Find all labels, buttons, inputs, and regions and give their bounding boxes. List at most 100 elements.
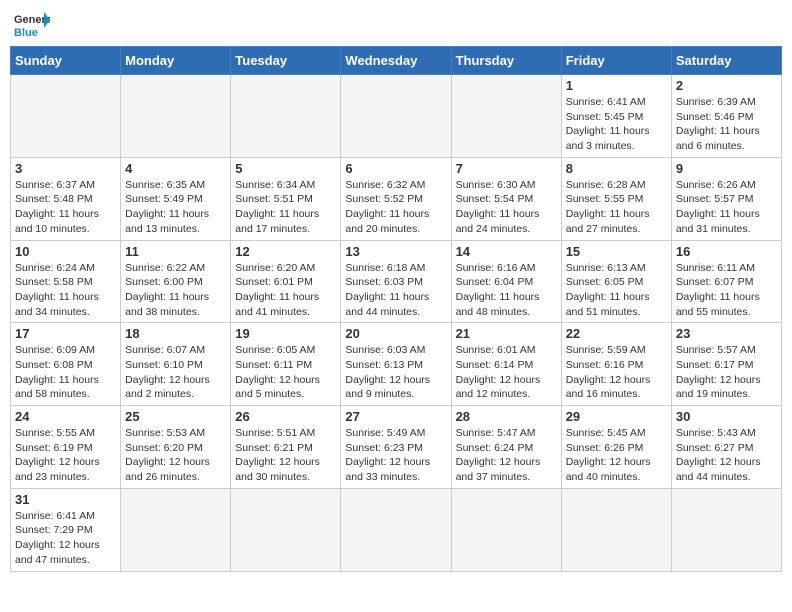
week-row-1: 3 Sunrise: 6:37 AM Sunset: 5:48 PM Daylig… [11,157,782,240]
day-number: 28 [456,409,557,424]
day-cell: 3 Sunrise: 6:37 AM Sunset: 5:48 PM Daylig… [11,157,121,240]
day-cell: 12 Sunrise: 6:20 AM Sunset: 6:01 PM Dayli… [231,240,341,323]
day-number: 25 [125,409,226,424]
day-number: 11 [125,244,226,259]
day-info: Sunrise: 6:39 AM Sunset: 5:46 PM Dayligh… [676,95,777,154]
day-number: 15 [566,244,667,259]
header-tuesday: Tuesday [231,47,341,75]
day-cell [121,75,231,158]
day-cell: 20Sunrise: 6:03 AM Sunset: 6:13 PM Dayli… [341,323,451,406]
day-cell: 5 Sunrise: 6:34 AM Sunset: 5:51 PM Daylig… [231,157,341,240]
day-cell: 9 Sunrise: 6:26 AM Sunset: 5:57 PM Daylig… [671,157,781,240]
day-cell [121,488,231,571]
day-cell: 18 Sunrise: 6:07 AM Sunset: 6:10 PM Dayli… [121,323,231,406]
day-info: Sunrise: 5:45 AM Sunset: 6:26 PM Dayligh… [566,426,667,485]
day-number: 3 [15,161,116,176]
day-number: 30 [676,409,777,424]
day-number: 10 [15,244,116,259]
day-number: 23 [676,326,777,341]
day-cell [341,75,451,158]
day-number: 5 [235,161,336,176]
day-info: Sunrise: 6:41 AM Sunset: 5:45 PM Dayligh… [566,95,667,154]
week-row-4: 24Sunrise: 5:55 AM Sunset: 6:19 PM Dayli… [11,406,782,489]
day-cell: 13 Sunrise: 6:18 AM Sunset: 6:03 PM Dayli… [341,240,451,323]
day-cell: 15 Sunrise: 6:13 AM Sunset: 6:05 PM Dayli… [561,240,671,323]
day-cell [561,488,671,571]
day-number: 4 [125,161,226,176]
day-info: Sunrise: 6:28 AM Sunset: 5:55 PM Dayligh… [566,178,667,237]
day-number: 24 [15,409,116,424]
day-number: 26 [235,409,336,424]
day-cell [671,488,781,571]
day-cell: 26 Sunrise: 5:51 AM Sunset: 6:21 PM Dayli… [231,406,341,489]
day-info: Sunrise: 6:32 AM Sunset: 5:52 PM Dayligh… [345,178,446,237]
day-info: Sunrise: 5:51 AM Sunset: 6:21 PM Dayligh… [235,426,336,485]
day-cell: 22 Sunrise: 5:59 AM Sunset: 6:16 PM Dayli… [561,323,671,406]
day-cell: 28 Sunrise: 5:47 AM Sunset: 6:24 PM Dayli… [451,406,561,489]
day-cell: 24Sunrise: 5:55 AM Sunset: 6:19 PM Dayli… [11,406,121,489]
day-number: 27 [345,409,446,424]
day-number: 19 [235,326,336,341]
day-number: 7 [456,161,557,176]
header-monday: Monday [121,47,231,75]
header-friday: Friday [561,47,671,75]
day-info: Sunrise: 6:13 AM Sunset: 6:05 PM Dayligh… [566,261,667,320]
day-cell: 31 Sunrise: 6:41 AM Sunset: 7:29 PM Dayli… [11,488,121,571]
day-cell: 7Sunrise: 6:30 AM Sunset: 5:54 PM Daylig… [451,157,561,240]
day-info: Sunrise: 6:34 AM Sunset: 5:51 PM Dayligh… [235,178,336,237]
week-row-0: 1Sunrise: 6:41 AM Sunset: 5:45 PM Daylig… [11,75,782,158]
day-info: Sunrise: 5:59 AM Sunset: 6:16 PM Dayligh… [566,343,667,402]
day-cell [451,488,561,571]
day-info: Sunrise: 6:05 AM Sunset: 6:11 PM Dayligh… [235,343,336,402]
day-cell: 2Sunrise: 6:39 AM Sunset: 5:46 PM Daylig… [671,75,781,158]
generalblue-logo-icon: General Blue [14,10,50,38]
day-cell: 25 Sunrise: 5:53 AM Sunset: 6:20 PM Dayli… [121,406,231,489]
week-row-2: 10Sunrise: 6:24 AM Sunset: 5:58 PM Dayli… [11,240,782,323]
day-info: Sunrise: 6:11 AM Sunset: 6:07 PM Dayligh… [676,261,777,320]
day-number: 18 [125,326,226,341]
day-info: Sunrise: 6:26 AM Sunset: 5:57 PM Dayligh… [676,178,777,237]
day-number: 13 [345,244,446,259]
day-info: Sunrise: 5:57 AM Sunset: 6:17 PM Dayligh… [676,343,777,402]
day-info: Sunrise: 5:43 AM Sunset: 6:27 PM Dayligh… [676,426,777,485]
day-number: 29 [566,409,667,424]
week-row-3: 17Sunrise: 6:09 AM Sunset: 6:08 PM Dayli… [11,323,782,406]
day-cell: 8Sunrise: 6:28 AM Sunset: 5:55 PM Daylig… [561,157,671,240]
day-info: Sunrise: 6:22 AM Sunset: 6:00 PM Dayligh… [125,261,226,320]
day-number: 22 [566,326,667,341]
header-wednesday: Wednesday [341,47,451,75]
day-number: 9 [676,161,777,176]
day-number: 12 [235,244,336,259]
day-info: Sunrise: 6:18 AM Sunset: 6:03 PM Dayligh… [345,261,446,320]
day-cell: 11 Sunrise: 6:22 AM Sunset: 6:00 PM Dayli… [121,240,231,323]
day-cell: 19 Sunrise: 6:05 AM Sunset: 6:11 PM Dayli… [231,323,341,406]
day-cell [231,488,341,571]
day-info: Sunrise: 5:53 AM Sunset: 6:20 PM Dayligh… [125,426,226,485]
day-cell: 21 Sunrise: 6:01 AM Sunset: 6:14 PM Dayli… [451,323,561,406]
day-number: 16 [676,244,777,259]
header-thursday: Thursday [451,47,561,75]
svg-text:Blue: Blue [14,27,38,38]
day-cell [231,75,341,158]
day-info: Sunrise: 6:37 AM Sunset: 5:48 PM Dayligh… [15,178,116,237]
day-info: Sunrise: 6:41 AM Sunset: 7:29 PM Dayligh… [15,509,116,568]
day-info: Sunrise: 6:16 AM Sunset: 6:04 PM Dayligh… [456,261,557,320]
day-cell [451,75,561,158]
day-info: Sunrise: 6:07 AM Sunset: 6:10 PM Dayligh… [125,343,226,402]
day-info: Sunrise: 6:01 AM Sunset: 6:14 PM Dayligh… [456,343,557,402]
day-info: Sunrise: 5:47 AM Sunset: 6:24 PM Dayligh… [456,426,557,485]
day-cell: 6Sunrise: 6:32 AM Sunset: 5:52 PM Daylig… [341,157,451,240]
day-number: 14 [456,244,557,259]
header-saturday: Saturday [671,47,781,75]
day-number: 21 [456,326,557,341]
week-row-5: 31 Sunrise: 6:41 AM Sunset: 7:29 PM Dayli… [11,488,782,571]
day-info: Sunrise: 6:20 AM Sunset: 6:01 PM Dayligh… [235,261,336,320]
day-cell: 10Sunrise: 6:24 AM Sunset: 5:58 PM Dayli… [11,240,121,323]
day-cell: 17Sunrise: 6:09 AM Sunset: 6:08 PM Dayli… [11,323,121,406]
day-cell: 16 Sunrise: 6:11 AM Sunset: 6:07 PM Dayli… [671,240,781,323]
day-info: Sunrise: 6:35 AM Sunset: 5:49 PM Dayligh… [125,178,226,237]
calendar-header-row: SundayMondayTuesdayWednesdayThursdayFrid… [11,47,782,75]
page-header: General Blue [10,10,782,38]
day-number: 31 [15,492,116,507]
day-cell: 1Sunrise: 6:41 AM Sunset: 5:45 PM Daylig… [561,75,671,158]
